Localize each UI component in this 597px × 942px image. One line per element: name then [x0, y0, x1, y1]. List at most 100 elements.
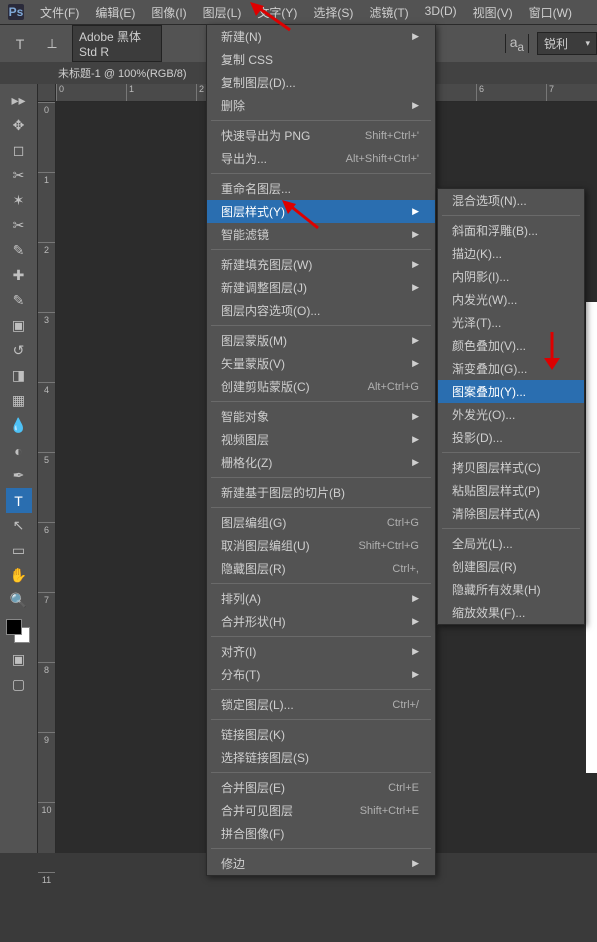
healing-tool[interactable]: ✚: [6, 263, 32, 288]
menu-item[interactable]: 图层样式(Y)▶: [207, 200, 435, 223]
zoom-tool[interactable]: 🔍: [6, 588, 32, 613]
lasso-tool[interactable]: ✂: [6, 163, 32, 188]
menu-item[interactable]: 隐藏图层(R)Ctrl+,: [207, 557, 435, 580]
menu-item-label: 锁定图层(L)...: [221, 696, 294, 713]
menu-item[interactable]: 合并可见图层Shift+Ctrl+E: [207, 799, 435, 822]
menubar-item[interactable]: 编辑(E): [87, 0, 143, 25]
menu-item[interactable]: 缩放效果(F)...: [438, 601, 584, 624]
marquee-tool[interactable]: ◻: [6, 138, 32, 163]
menubar-item[interactable]: 滤镜(T): [361, 0, 416, 25]
eraser-tool[interactable]: ◨: [6, 363, 32, 388]
menu-item[interactable]: 排列(A)▶: [207, 587, 435, 610]
menu-item[interactable]: 斜面和浮雕(B)...: [438, 219, 584, 242]
brush-tool[interactable]: ✎: [6, 288, 32, 313]
gradient-tool[interactable]: ▦: [6, 388, 32, 413]
menu-item[interactable]: 合并形状(H)▶: [207, 610, 435, 633]
menu-item[interactable]: 颜色叠加(V)...: [438, 334, 584, 357]
menu-item[interactable]: 粘贴图层样式(P): [438, 479, 584, 502]
menu-item[interactable]: 分布(T)▶: [207, 663, 435, 686]
document-tab[interactable]: 未标题-1 @ 100%(RGB/8): [48, 62, 197, 84]
menubar-item[interactable]: 3D(D): [417, 0, 465, 25]
menu-item[interactable]: 矢量蒙版(V)▶: [207, 352, 435, 375]
stamp-tool[interactable]: ▣: [6, 313, 32, 338]
menubar-item[interactable]: 窗口(W): [521, 0, 580, 25]
path-select-tool[interactable]: ↖: [6, 513, 32, 538]
menu-item[interactable]: 删除▶: [207, 94, 435, 117]
orientation-icon[interactable]: ⟂: [40, 32, 64, 56]
type-tool[interactable]: T: [6, 488, 32, 513]
submenu-arrow-icon: ▶: [412, 229, 419, 240]
menu-item[interactable]: 视频图层▶: [207, 428, 435, 451]
menu-item[interactable]: 投影(D)...: [438, 426, 584, 449]
menu-item[interactable]: 隐藏所有效果(H): [438, 578, 584, 601]
color-swatches[interactable]: [6, 619, 32, 647]
eyedropper-tool[interactable]: ✎: [6, 238, 32, 263]
menu-item[interactable]: 复制图层(D)...: [207, 71, 435, 94]
menu-item-shortcut: Ctrl+G: [387, 517, 419, 529]
menu-item[interactable]: 图层编组(G)Ctrl+G: [207, 511, 435, 534]
menu-item[interactable]: 复制 CSS: [207, 48, 435, 71]
menu-item[interactable]: 锁定图层(L)...Ctrl+/: [207, 693, 435, 716]
collapse-icon[interactable]: ▸▸: [6, 88, 32, 113]
menu-item[interactable]: 创建剪贴蒙版(C)Alt+Ctrl+G: [207, 375, 435, 398]
menubar-item[interactable]: 文件(F): [32, 0, 87, 25]
menu-item[interactable]: 新建调整图层(J)▶: [207, 276, 435, 299]
submenu-arrow-icon: ▶: [412, 669, 419, 680]
menu-item[interactable]: 拷贝图层样式(C): [438, 456, 584, 479]
menu-item[interactable]: 取消图层编组(U)Shift+Ctrl+G: [207, 534, 435, 557]
menu-item[interactable]: 智能对象▶: [207, 405, 435, 428]
document-canvas[interactable]: [586, 302, 597, 773]
menu-item[interactable]: 描边(K)...: [438, 242, 584, 265]
font-family-select[interactable]: Adobe 黑体 Std R: [72, 25, 162, 62]
menu-item[interactable]: 导出为...Alt+Shift+Ctrl+': [207, 147, 435, 170]
menu-item-label: 智能滤镜: [221, 226, 269, 243]
menu-item[interactable]: 重命名图层...: [207, 177, 435, 200]
hand-tool[interactable]: ✋: [6, 563, 32, 588]
menu-item[interactable]: 全局光(L)...: [438, 532, 584, 555]
menu-item[interactable]: 拼合图像(F): [207, 822, 435, 845]
menu-item-shortcut: Alt+Shift+Ctrl+': [346, 153, 419, 165]
tool-preset-icon[interactable]: T: [8, 32, 32, 56]
menubar-item[interactable]: 图像(I): [143, 0, 194, 25]
menu-item[interactable]: 新建(N)▶: [207, 25, 435, 48]
menu-item[interactable]: 图层内容选项(O)...: [207, 299, 435, 322]
menu-item[interactable]: 修边▶: [207, 852, 435, 875]
menu-item[interactable]: 内阴影(I)...: [438, 265, 584, 288]
menu-item[interactable]: 合并图层(E)Ctrl+E: [207, 776, 435, 799]
blur-tool[interactable]: 💧: [6, 413, 32, 438]
history-brush-tool[interactable]: ↺: [6, 338, 32, 363]
menu-item[interactable]: 光泽(T)...: [438, 311, 584, 334]
antialias-select[interactable]: 锐利 ▾: [537, 32, 597, 55]
menu-item[interactable]: 图层蒙版(M)▶: [207, 329, 435, 352]
menu-item[interactable]: 新建基于图层的切片(B): [207, 481, 435, 504]
menu-item-label: 排列(A): [221, 590, 261, 607]
menu-item[interactable]: 对齐(I)▶: [207, 640, 435, 663]
shape-tool[interactable]: ▭: [6, 538, 32, 563]
layer-menu-dropdown: 新建(N)▶复制 CSS复制图层(D)...删除▶ 快速导出为 PNGShift+…: [206, 24, 436, 876]
menu-item[interactable]: 混合选项(N)...: [438, 189, 584, 212]
move-tool[interactable]: ✥: [6, 113, 32, 138]
menu-item[interactable]: 渐变叠加(G)...: [438, 357, 584, 380]
menu-item[interactable]: 图案叠加(Y)...: [438, 380, 584, 403]
quick-mask-tool[interactable]: ▣: [6, 647, 32, 672]
menu-item[interactable]: 智能滤镜 ▶: [207, 223, 435, 246]
menubar-item[interactable]: 视图(V): [465, 0, 521, 25]
menu-item[interactable]: 清除图层样式(A): [438, 502, 584, 525]
screen-mode-tool[interactable]: ▢: [6, 672, 32, 697]
menu-item[interactable]: 选择链接图层(S): [207, 746, 435, 769]
menubar-item[interactable]: 图层(L): [195, 0, 250, 25]
menu-item[interactable]: 栅格化(Z)▶: [207, 451, 435, 474]
menu-item[interactable]: 链接图层(K): [207, 723, 435, 746]
quick-select-tool[interactable]: ✶: [6, 188, 32, 213]
menu-item[interactable]: 快速导出为 PNGShift+Ctrl+': [207, 124, 435, 147]
crop-tool[interactable]: ✂: [6, 213, 32, 238]
menubar-item[interactable]: 选择(S): [305, 0, 361, 25]
menu-item[interactable]: 外发光(O)...: [438, 403, 584, 426]
menu-item[interactable]: 新建填充图层(W)▶: [207, 253, 435, 276]
pen-tool[interactable]: ✒: [6, 463, 32, 488]
foreground-color[interactable]: [6, 619, 22, 635]
dodge-tool[interactable]: ◐: [6, 438, 32, 463]
menu-item[interactable]: 创建图层(R): [438, 555, 584, 578]
menu-item[interactable]: 内发光(W)...: [438, 288, 584, 311]
menubar-item[interactable]: 文字(Y): [249, 0, 305, 25]
